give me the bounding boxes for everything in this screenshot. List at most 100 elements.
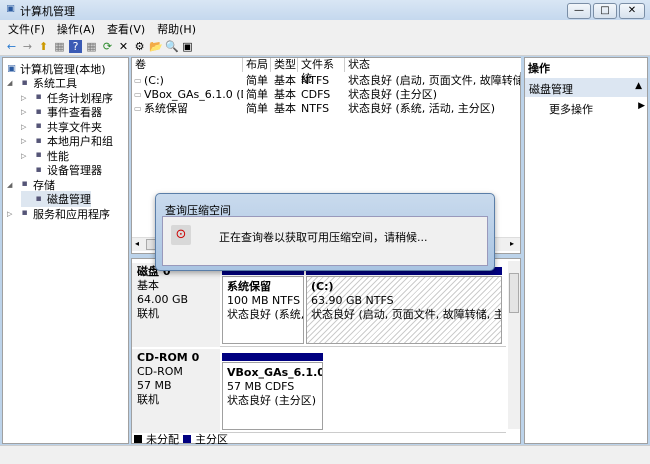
node-icon: ▪ [21, 208, 28, 218]
expander-icon[interactable]: ▷ [21, 108, 30, 116]
navigation-tree: ▣ 计算机管理(本地) ◢ ▪ 系统工具 ▷ ▪ 任务计划程序 ▷ ▪ 事件查看器 ▷ ▪ 共享文件夹 ▷… [2, 57, 129, 444]
table-cell: (C:) [144, 74, 164, 87]
column-header-layout[interactable]: 布局 [243, 58, 271, 72]
maximize-button[interactable]: □ [593, 3, 617, 19]
column-header-status[interactable]: 状态 [345, 58, 521, 72]
column-header-volume[interactable]: 卷 [132, 58, 243, 72]
partition-name: VBox_GAs_6.1.0 (D:) [227, 366, 323, 379]
scroll-left-icon[interactable]: ◂ [135, 239, 139, 248]
table-cell: VBox_GAs_6.1.0 (D:) [144, 88, 243, 101]
menu-help[interactable]: 帮助(H) [157, 21, 196, 37]
disk-row: 磁盘 0 基本 64.00 GB 联机 系统保留 100 MB NTFS 状态良好 (系统… [132, 263, 506, 347]
disk-name: CD-ROM 0 [137, 351, 200, 364]
partition-box[interactable]: (C:)63.90 GB NTFS状态良好 (启动, 页面文件, 故障转储, 主… [306, 276, 502, 344]
help-icon[interactable]: ? [69, 39, 82, 53]
properties-icon[interactable]: ⚙ [133, 40, 146, 53]
toolbar: ← → ⬆ ▦ ? ▦ ⟳ ✕ ⚙ 📂 🔍 ▣ [0, 37, 650, 56]
tree-item-label: 设备管理器 [47, 164, 102, 177]
tree-item[interactable]: ▷ ▪ 服务和应用程序 [7, 206, 110, 222]
minimize-button[interactable]: — [567, 3, 591, 19]
scrollbar-thumb[interactable] [509, 273, 519, 313]
partition-box[interactable]: 系统保留100 MB NTFS状态良好 (系统, 活动, 主分区) [222, 276, 304, 344]
node-icon: ▪ [35, 150, 42, 160]
drive-icon: ▭ [134, 76, 142, 85]
up-icon[interactable]: ⬆ [37, 40, 50, 53]
node-icon: ▪ [35, 106, 42, 117]
expander-icon[interactable]: ▷ [21, 123, 30, 131]
table-cell: 简单 [246, 102, 268, 115]
legend-swatch-primary [183, 435, 191, 443]
disk-type: 基本 [137, 279, 159, 292]
close-button[interactable]: ✕ [619, 3, 645, 19]
table-cell: 简单 [246, 88, 268, 101]
query-shrink-dialog: 查询压缩空间 ⊙ 正在查询卷以获取可用压缩空间，请稍候... [155, 193, 495, 271]
title-bar: ▣ 计算机管理 — □ ✕ [0, 0, 650, 20]
more-actions[interactable]: 更多操作 ▶ [549, 101, 645, 117]
open-icon[interactable]: 📂 [149, 40, 163, 53]
computer-icon: ▣ [7, 63, 16, 74]
table-cell: NTFS [301, 102, 330, 115]
expander-icon[interactable]: ▷ [21, 152, 30, 160]
status-bar [0, 445, 650, 464]
node-icon: ▪ [35, 92, 42, 102]
table-cell: 状态良好 (启动, 页面文件, 故障转储, 主分区) [348, 74, 520, 87]
actions-section-disk-management[interactable]: 磁盘管理 ▲ [525, 78, 647, 97]
menu-view[interactable]: 查看(V) [107, 21, 145, 37]
partition-name: (C:) [311, 280, 334, 293]
table-row[interactable]: (C:) 简单基本 NTFS 状态良好 (启动, 页面文件, 故障转储, 主分区) ▭ [132, 74, 520, 88]
more-actions-label: 更多操作 [549, 103, 593, 116]
refresh-icon[interactable]: ⟳ [101, 40, 114, 53]
expander-icon[interactable]: ◢ [7, 79, 16, 87]
disk-status: 联机 [137, 393, 159, 406]
expander-icon[interactable]: ▷ [21, 94, 30, 102]
actions-pane: 操作 磁盘管理 ▲ 更多操作 ▶ [524, 57, 648, 444]
disk-label[interactable]: CD-ROM 0 CD-ROM 57 MB 联机 [132, 349, 220, 433]
partition-box[interactable]: VBox_GAs_6.1.0 (D:)57 MB CDFS状态良好 (主分区) [222, 362, 323, 430]
table-row[interactable]: VBox_GAs_6.1.0 (D:)简单基本 CDFS 状态良好 (主分区) ▭ [132, 88, 520, 102]
settings-icon[interactable]: ▣ [181, 40, 194, 53]
partition-size: 57 MB CDFS [227, 380, 295, 393]
partition-size: 63.90 GB NTFS [311, 294, 394, 307]
collapse-icon: ▲ [635, 81, 642, 91]
partition-size: 100 MB NTFS [227, 294, 301, 307]
menu-bar: 文件(F) 操作(A) 查看(V) 帮助(H) [0, 20, 650, 37]
expander-icon[interactable]: ◢ [7, 181, 16, 189]
menu-action[interactable]: 操作(A) [57, 21, 95, 37]
clock-icon: ⊙ [171, 225, 191, 245]
expander-icon[interactable]: ▷ [21, 137, 30, 145]
column-header-type[interactable]: 类型 [271, 58, 298, 72]
partition-status: 状态良好 (启动, 页面文件, 故障转储, 主分区) [311, 308, 501, 321]
section-label: 磁盘管理 [529, 83, 573, 96]
vertical-scrollbar[interactable] [508, 261, 520, 429]
disk-type: CD-ROM [137, 365, 183, 378]
menu-file[interactable]: 文件(F) [8, 21, 45, 37]
back-icon[interactable]: ← [5, 40, 18, 53]
node-icon: ▪ [35, 135, 42, 146]
dialog-body: ⊙ 正在查询卷以获取可用压缩空间，请稍候... [162, 216, 488, 266]
scroll-right-icon[interactable]: ▸ [510, 239, 514, 248]
tree-item-label: 服务和应用程序 [33, 207, 110, 221]
disk-status: 联机 [137, 307, 159, 320]
forward-icon[interactable]: → [21, 40, 34, 53]
table-cell: 状态良好 (系统, 活动, 主分区) [348, 102, 496, 115]
delete-icon[interactable]: ✕ [117, 40, 130, 53]
table-cell: 简单 [246, 74, 268, 87]
drive-icon: ▭ [134, 104, 142, 113]
node-icon: ▪ [35, 164, 42, 175]
disk-size: 64.00 GB [137, 293, 189, 306]
table-cell: 状态良好 (主分区) [348, 88, 438, 101]
expander-icon[interactable]: ▷ [7, 210, 16, 218]
table-cell: CDFS [301, 88, 331, 101]
show-hide-action-icon[interactable]: ▦ [85, 40, 98, 53]
partition-status: 状态良好 (系统, 活动, 主分区) [227, 308, 304, 321]
table-row[interactable]: 系统保留 简单 基本 NTFS 状态良好 (系统, 活动, 主分区) ▭ [132, 102, 520, 116]
partition-name: 系统保留 [227, 280, 271, 293]
node-icon: ▪ [21, 77, 28, 88]
column-header-filesystem[interactable]: 文件系统 [298, 58, 345, 85]
disk-label[interactable]: 磁盘 0 基本 64.00 GB 联机 [132, 263, 220, 347]
window-title: 计算机管理 [20, 5, 75, 18]
search-icon[interactable]: 🔍 [165, 40, 179, 53]
drive-icon: ▭ [134, 90, 142, 99]
show-hide-tree-icon[interactable]: ▦ [53, 40, 66, 53]
table-cell: 基本 [274, 88, 296, 101]
